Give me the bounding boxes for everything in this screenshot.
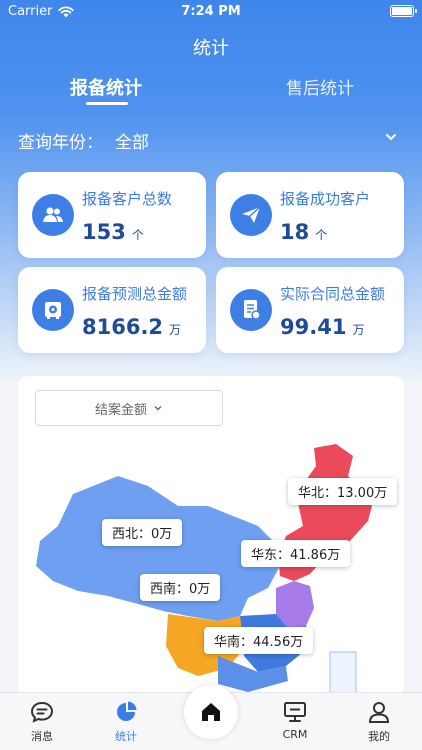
bottom-tab-bar: 消息 统计 CRM 我的 — [0, 685, 422, 750]
stat-unit: 个 — [315, 228, 328, 242]
stat-title: 报备客户总数 — [82, 190, 173, 208]
tab-aftersale-stats[interactable]: 售后统计 — [286, 74, 354, 99]
tooltip-huabei: 华北：13.00万 — [288, 478, 398, 505]
tabbar-label: 统计 — [115, 730, 137, 743]
monitor-icon — [284, 702, 306, 722]
stat-card-contract-amount[interactable]: 实际合同总金额 99.41 万 — [216, 267, 404, 353]
contract-icon — [230, 289, 272, 331]
status-bar: Carrier 7:24 PM — [0, 0, 422, 24]
tooltip-xinan: 西南：0万 — [140, 574, 221, 601]
user-icon — [368, 702, 390, 723]
stat-value-wrap: 8166.2 万 — [82, 315, 181, 339]
stat-title: 实际合同总金额 — [280, 285, 386, 303]
stat-value: 99.41 — [280, 315, 347, 339]
tabbar-item-crm[interactable]: CRM — [265, 701, 325, 741]
stat-value: 153 — [82, 220, 126, 244]
page-title: 统计 — [193, 38, 229, 59]
stat-value: 8166.2 — [82, 315, 164, 339]
safe-icon — [32, 289, 74, 331]
paper-plane-icon — [230, 194, 272, 236]
stat-card-success-customers[interactable]: 报备成功客户 18 个 — [216, 172, 404, 258]
tab-bar-top: 报备统计 售后统计 — [0, 70, 422, 106]
stat-title: 报备成功客户 — [280, 190, 371, 208]
pie-chart-icon — [117, 701, 137, 721]
stat-unit: 个 — [131, 228, 144, 242]
chevron-down-icon — [154, 406, 162, 411]
tooltip-huadong: 华东：41.86万 — [241, 540, 351, 567]
stat-title: 报备预测总金额 — [82, 285, 188, 303]
tabbar-label: CRM — [282, 728, 308, 741]
stat-unit: 万 — [169, 323, 182, 337]
stat-unit: 万 — [352, 323, 365, 337]
chevron-down-icon[interactable] — [384, 130, 398, 144]
tabbar-label: 我的 — [368, 730, 390, 743]
tabbar-item-messages[interactable]: 消息 — [12, 701, 72, 744]
clock: 7:24 PM — [181, 4, 241, 19]
metric-dropdown[interactable]: 结案金额 — [35, 390, 223, 426]
year-filter[interactable]: 查询年份： 全部 — [18, 128, 408, 153]
stat-value-wrap: 18 个 — [280, 220, 327, 244]
stat-value-wrap: 99.41 万 — [280, 315, 364, 339]
battery-icon — [390, 5, 417, 17]
tabbar-item-profile[interactable]: 我的 — [349, 701, 409, 744]
message-icon — [30, 701, 54, 723]
stat-value-wrap: 153 个 — [82, 220, 144, 244]
metric-dropdown-label: 结案金额 — [94, 402, 147, 418]
stat-card-total-customers[interactable]: 报备客户总数 153 个 — [18, 172, 206, 258]
home-button[interactable] — [184, 685, 238, 739]
home-icon — [202, 703, 220, 721]
tab-active-indicator — [86, 102, 128, 105]
users-icon — [32, 194, 74, 236]
tooltip-huanan: 华南：44.56万 — [204, 627, 314, 654]
tab-report-stats[interactable]: 报备统计 — [70, 74, 142, 100]
region-map-panel: 结案金额 华北：13.00万 西北：0万 华东：41.86万 西南：0万 华南：… — [18, 376, 404, 696]
stat-value: 18 — [280, 220, 310, 244]
year-filter-label: 查询年份： — [18, 132, 103, 153]
tabbar-item-stats[interactable]: 统计 — [96, 701, 156, 744]
year-filter-value: 全部 — [115, 132, 149, 153]
tabbar-label: 消息 — [31, 730, 53, 743]
stat-card-forecast-amount[interactable]: 报备预测总金额 8166.2 万 — [18, 267, 206, 353]
tooltip-xibei: 西北：0万 — [102, 519, 183, 546]
south-sea-inset — [329, 651, 357, 696]
